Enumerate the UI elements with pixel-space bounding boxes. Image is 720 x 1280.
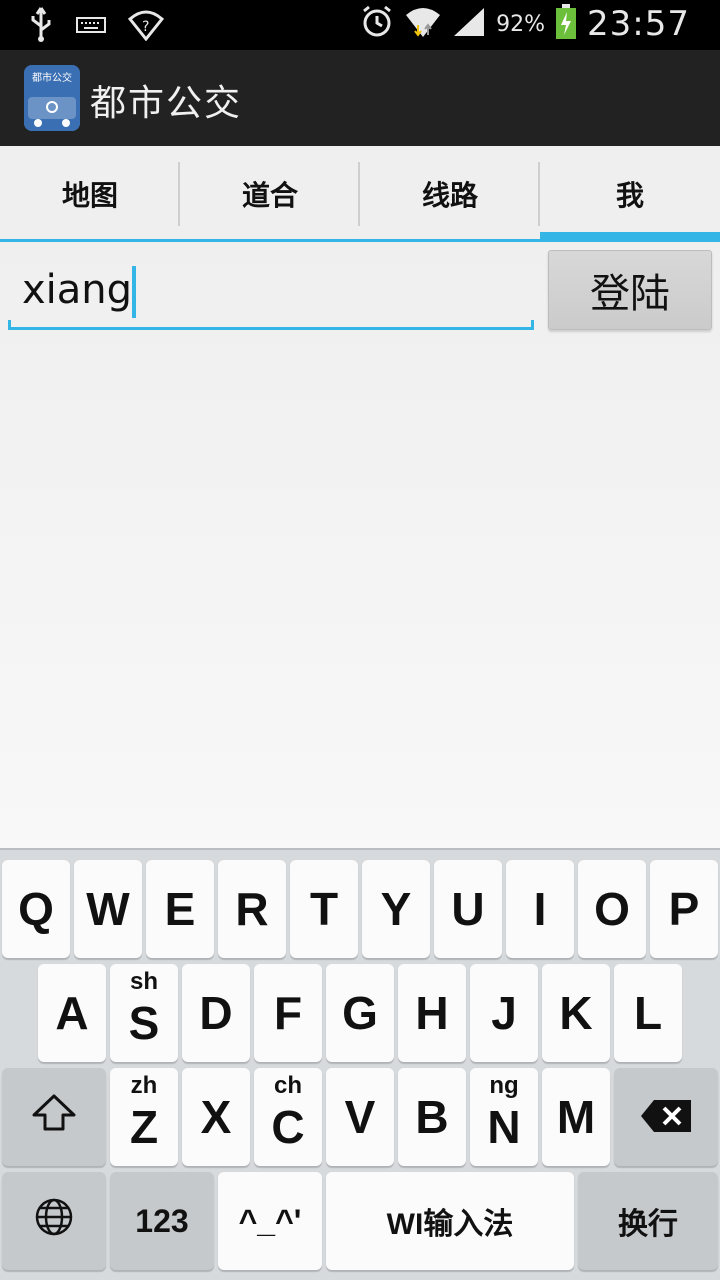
tab-label: 线路 (421, 179, 478, 212)
tab-map[interactable]: 地图 (0, 146, 180, 242)
app-logo: 都市公交 (24, 65, 80, 131)
status-bar: ? 92% 23:57 (0, 0, 720, 50)
key-v[interactable]: V (326, 1068, 394, 1166)
tab-routes[interactable]: 线路 (360, 146, 540, 242)
key-p[interactable]: P (650, 860, 718, 958)
tab-label: 我 (615, 179, 644, 212)
username-field[interactable] (8, 252, 534, 330)
key-s[interactable]: sh S (110, 964, 178, 1062)
key-f[interactable]: F (254, 964, 322, 1062)
numbers-key[interactable]: 123 (110, 1172, 214, 1270)
tab-companions[interactable]: 道合 (180, 146, 360, 242)
clock: 23:57 (587, 4, 690, 44)
alarm-icon (360, 5, 394, 43)
login-panel: 登陆 (0, 242, 720, 848)
key-c[interactable]: ch C (254, 1068, 322, 1166)
tab-bar: 地图 道合 线路 我 (0, 146, 720, 242)
wifi-icon (404, 5, 442, 43)
text-cursor (132, 266, 136, 318)
login-button[interactable]: 登陆 (548, 250, 712, 330)
key-z[interactable]: zh Z (110, 1068, 178, 1166)
shift-icon (30, 1090, 78, 1144)
signal-icon (452, 6, 486, 42)
key-g[interactable]: G (326, 964, 394, 1062)
wifi-unknown-icon: ? (127, 9, 165, 45)
svg-text:都市公交: 都市公交 (32, 71, 72, 84)
globe-icon (34, 1194, 74, 1248)
key-r[interactable]: R (218, 860, 286, 958)
key-i[interactable]: I (506, 860, 574, 958)
emoticon-key[interactable]: ^_^' (218, 1172, 322, 1270)
space-key[interactable]: WI输入法 (326, 1172, 574, 1270)
key-k[interactable]: K (542, 964, 610, 1062)
tab-underline-active (540, 232, 720, 242)
key-e[interactable]: E (146, 860, 214, 958)
keyboard-icon (76, 15, 106, 39)
key-m[interactable]: M (542, 1068, 610, 1166)
battery-percent: 92% (496, 11, 546, 37)
key-n[interactable]: ng N (470, 1068, 538, 1166)
action-bar: 都市公交 都市公交 (0, 50, 720, 146)
key-q[interactable]: Q (2, 860, 70, 958)
key-j[interactable]: J (470, 964, 538, 1062)
enter-key[interactable]: 换行 (578, 1172, 718, 1270)
usb-icon (28, 6, 54, 48)
key-h[interactable]: H (398, 964, 466, 1062)
key-t[interactable]: T (290, 860, 358, 958)
soft-keyboard: Q W E R T Y U I O P A sh S D F G H J K L … (0, 848, 720, 1280)
key-o[interactable]: O (578, 860, 646, 958)
tab-label: 道合 (241, 179, 298, 212)
shift-key[interactable] (2, 1068, 106, 1166)
key-d[interactable]: D (182, 964, 250, 1062)
tab-me[interactable]: 我 (540, 146, 720, 242)
key-x[interactable]: X (182, 1068, 250, 1166)
language-key[interactable] (2, 1172, 106, 1270)
app-title: 都市公交 (90, 83, 243, 124)
backspace-key[interactable] (614, 1068, 718, 1166)
key-l[interactable]: L (614, 964, 682, 1062)
username-input[interactable] (22, 260, 522, 320)
backspace-icon (640, 1090, 692, 1144)
svg-text:?: ? (142, 19, 149, 35)
battery-charging-icon (555, 4, 577, 44)
tab-label: 地图 (61, 179, 118, 212)
key-a[interactable]: A (38, 964, 106, 1062)
key-b[interactable]: B (398, 1068, 466, 1166)
key-u[interactable]: U (434, 860, 502, 958)
key-y[interactable]: Y (362, 860, 430, 958)
key-w[interactable]: W (74, 860, 142, 958)
